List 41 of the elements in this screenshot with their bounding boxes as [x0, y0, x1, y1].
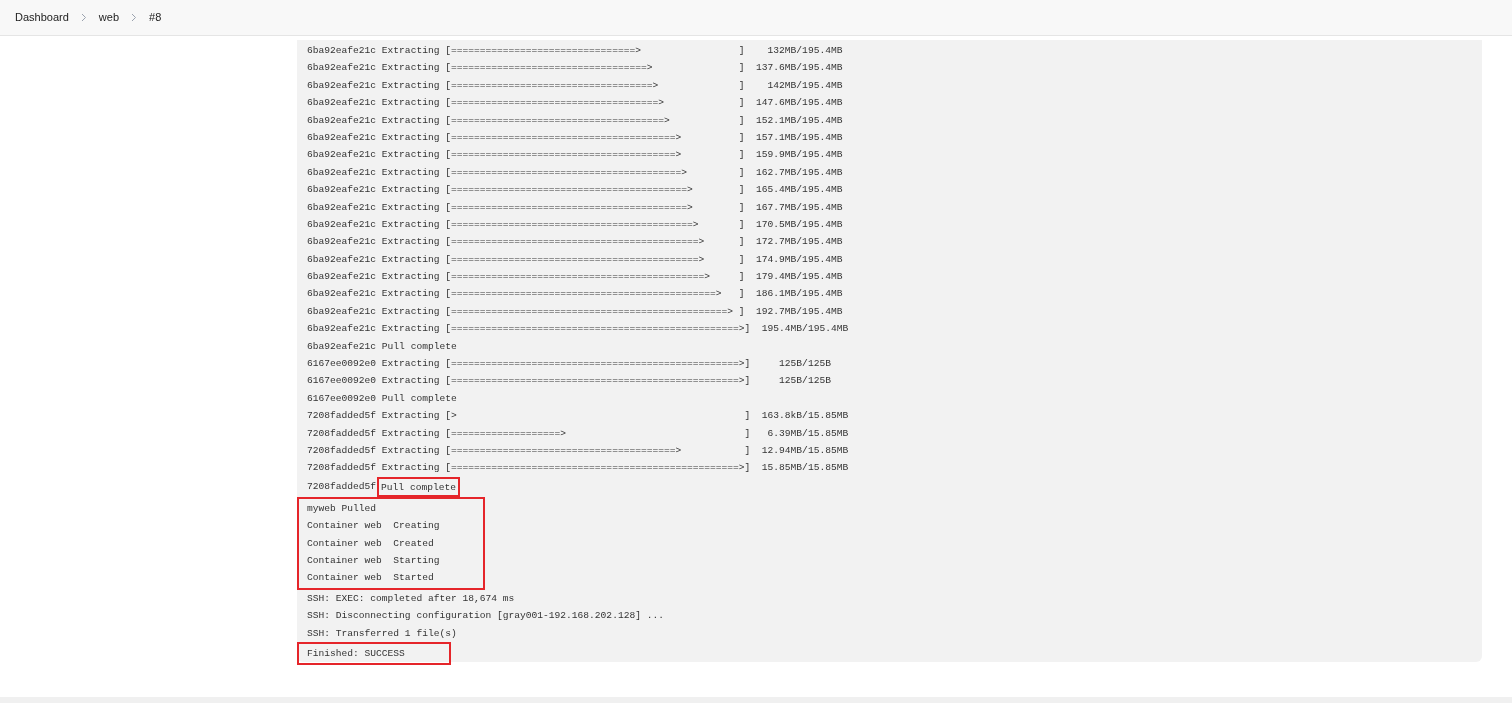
- log-line: 6ba92eafe21c Extracting [=======================================> ] 159.9MB/195.4MB: [307, 148, 844, 163]
- log-line: 6ba92eafe21c Extracting [===========================================> ] 174.9MB/195.4MB: [307, 252, 844, 267]
- log-line: Container web Creating: [307, 519, 440, 534]
- log-line: Finished: SUCCESS: [307, 646, 405, 661]
- breadcrumb-link[interactable]: web: [98, 9, 119, 26]
- log-line: 6ba92eafe21c Extracting [=========================================> ] 165.4MB/195.4MB: [307, 183, 844, 198]
- highlighted-log-text: Pull complete: [377, 476, 460, 497]
- log-line: 6ba92eafe21c Pull complete: [307, 339, 458, 354]
- log-line: 7208fadded5f Extracting [===================> ] 6.39MB/15.85MB: [307, 426, 849, 441]
- chevron-right-icon: [131, 13, 137, 22]
- log-line: SSH: EXEC: completed after 18,674 ms: [307, 591, 516, 606]
- log-line: 6167ee0092e0 Pull complete: [307, 391, 458, 406]
- breadcrumb-link[interactable]: Dashboard: [15, 9, 69, 26]
- log-line: Container web Created: [307, 536, 435, 551]
- log-line: Container web Starting: [307, 553, 440, 568]
- log-line: 6ba92eafe21c Extracting [===================================> ] 142MB/195.4MB: [307, 78, 844, 93]
- log-line: SSH: Disconnecting configuration [gray001-192.168.202.128] ...: [307, 609, 664, 624]
- log-line: Container web Started: [307, 571, 435, 586]
- log-line: myweb Pulled: [307, 501, 378, 516]
- breadcrumb-link[interactable]: #8: [149, 9, 162, 26]
- log-line: 6167ee0092e0 Extracting [==================================================>] 125B/125B: [307, 357, 832, 372]
- log-line: 6ba92eafe21c Extracting [==================================================>] 195.4MB/195.4MB: [307, 322, 849, 337]
- chevron-right-icon: [80, 13, 87, 22]
- log-line: 7208fadded5f: [307, 480, 377, 495]
- log-line: 6ba92eafe21c Extracting [===========================================> ] 172.7MB/195.4MB: [307, 235, 844, 250]
- log-line: 6ba92eafe21c Extracting [========================================> ] 162.7MB/195.4MB: [307, 165, 844, 180]
- log-line: 6ba92eafe21c Extracting [=========================================> ] 167.7MB/195.4MB: [307, 200, 844, 215]
- log-line: 6ba92eafe21c Extracting [==================================> ] 137.6MB/195.4MB: [307, 61, 844, 76]
- log-line: 6ba92eafe21c Extracting [====================================> ] 147.6MB/195.4MB: [307, 96, 844, 111]
- log-line: 6ba92eafe21c Extracting [==========================================> ] 170.5MB/195.4MB: [307, 217, 844, 232]
- log-line: 7208fadded5f Extracting [=======================================> ] 12.94MB/15.85MB: [307, 444, 849, 458]
- log-line: 6167ee0092e0 Extracting [==================================================>] 125B/125B: [307, 374, 832, 389]
- log-line: 6ba92eafe21c Extracting [==============================================> ] 186.1MB/195.4MB: [307, 287, 844, 302]
- log-line: 7208fadded5f Extracting [> ] 163.8kB/15.85MB: [307, 409, 849, 424]
- log-line: 6ba92eafe21c Extracting [================================================> ] 192.7MB/195.4MB: [307, 304, 844, 319]
- log-line: 7208fadded5f Extracting [==================================================>] 15.85MB/15.85MB: [307, 461, 849, 476]
- log-line: SSH: Transferred 1 file(s): [307, 626, 458, 641]
- log-line: 6ba92eafe21c Extracting [=====================================> ] 152.1MB/195.4MB: [307, 113, 844, 128]
- log-line: 6ba92eafe21c Extracting [================================> ] 132MB/195.4MB: [307, 44, 844, 58]
- log-line: 6ba92eafe21c Extracting [=======================================> ] 157.1MB/195.4MB: [307, 130, 844, 145]
- log-line: 6ba92eafe21c Extracting [============================================> ] 179.4MB/195.4MB: [307, 270, 844, 285]
